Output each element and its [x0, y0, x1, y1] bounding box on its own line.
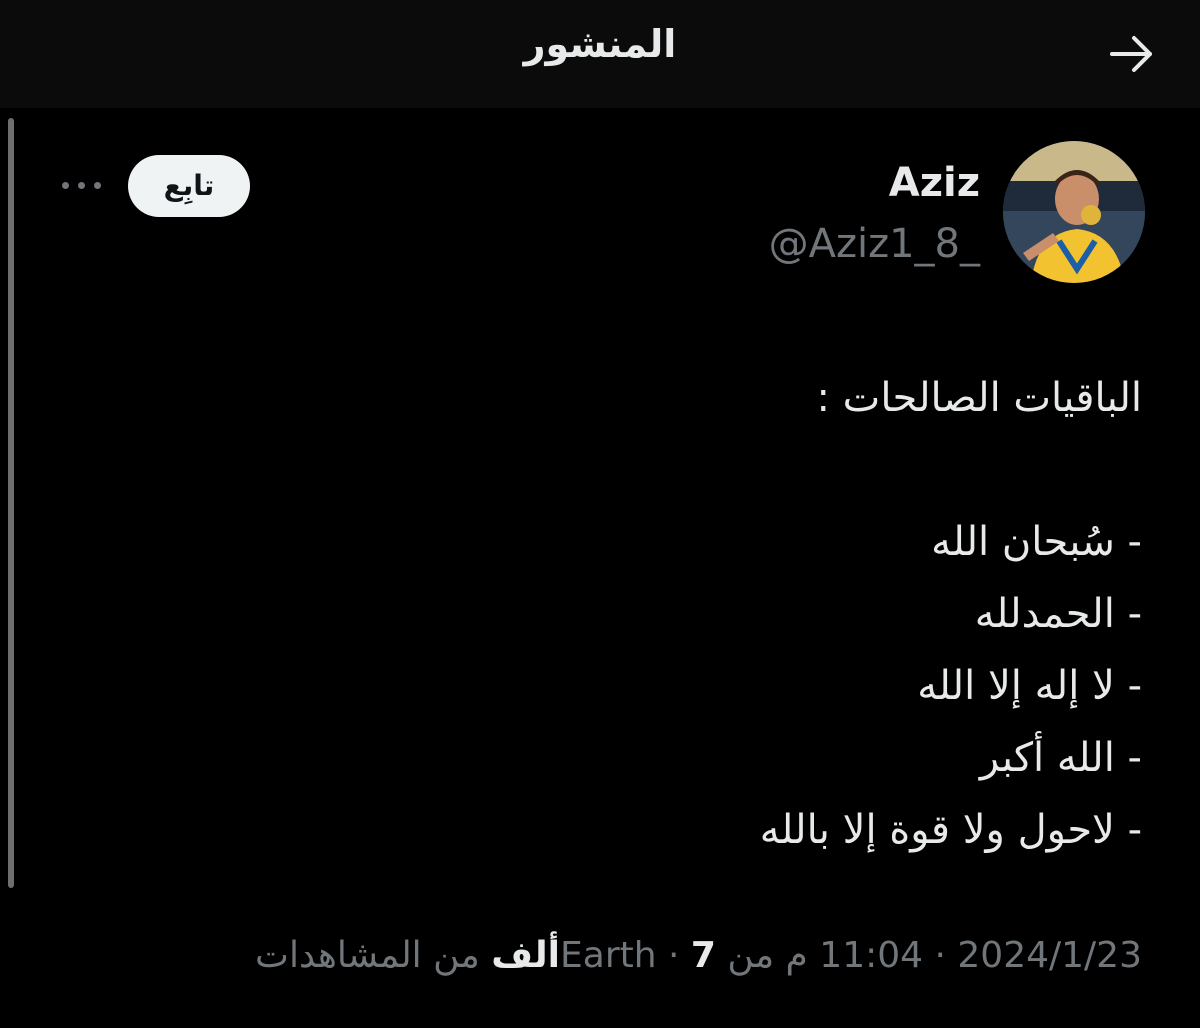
- tweet-line: - لاحول ولا قوة إلا بالله: [759, 807, 1142, 853]
- more-options-button[interactable]: [58, 168, 106, 202]
- ellipsis-icon: [78, 182, 85, 189]
- tweet-text: الباقيات الصالحات : - سُبحان الله - الحم…: [62, 362, 1142, 866]
- author-name[interactable]: Aziz: [889, 160, 980, 206]
- ellipsis-icon: [94, 182, 101, 189]
- author-handle[interactable]: @Aziz1_8_: [769, 221, 980, 267]
- tweet-line: الباقيات الصالحات :: [816, 375, 1142, 421]
- profile-photo: [1003, 141, 1145, 283]
- tweet-line: - لا إله إلا الله: [917, 663, 1142, 709]
- tweet-time[interactable]: 11:04 م من Earth: [560, 935, 923, 976]
- views-label: من المشاهدات: [255, 935, 480, 976]
- tweet-line: - سُبحان الله: [931, 519, 1142, 565]
- page-title: المنشور: [523, 22, 677, 66]
- scrollbar[interactable]: [8, 118, 14, 888]
- avatar[interactable]: [1003, 141, 1145, 283]
- meta-separator: ·: [668, 935, 680, 976]
- tweet-line: - الله أكبر: [979, 735, 1142, 781]
- top-bar: المنشور: [0, 0, 1200, 108]
- arrow-right-icon: [1110, 36, 1152, 72]
- tweet-date[interactable]: 2024/1/23: [957, 935, 1142, 976]
- tweet-line: - الحمدلله: [974, 591, 1142, 637]
- tweet-meta: 2024/1/23 · 11:04 م من Earth · 7ألف من ا…: [255, 935, 1142, 976]
- back-button[interactable]: [1104, 26, 1160, 82]
- follow-button[interactable]: تابِع: [128, 155, 250, 217]
- meta-separator: ·: [934, 935, 946, 976]
- ellipsis-icon: [62, 182, 69, 189]
